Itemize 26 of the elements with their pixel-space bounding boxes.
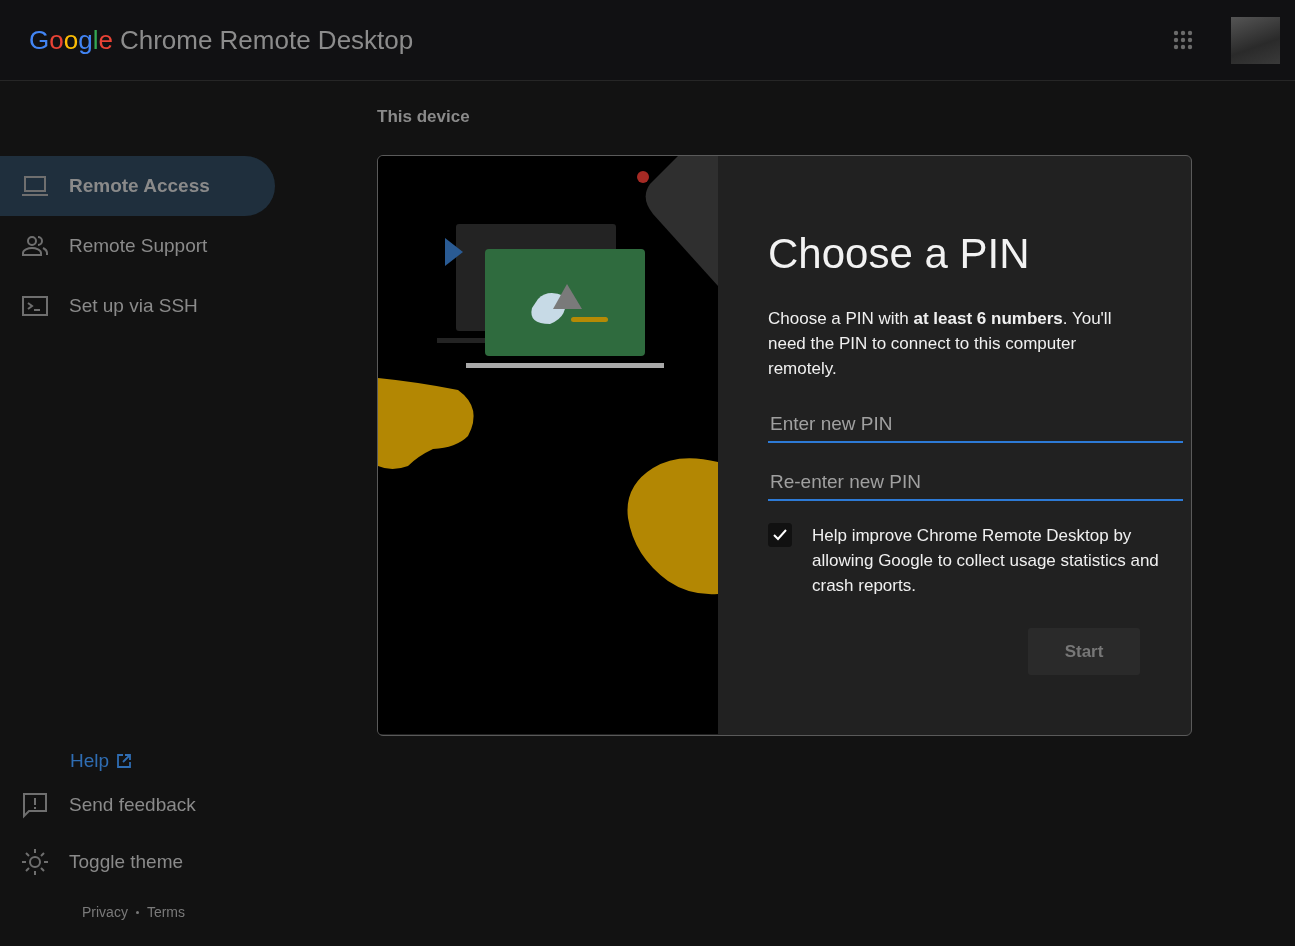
feedback-icon xyxy=(21,790,49,819)
terminal-icon xyxy=(21,294,49,318)
section-title: This device xyxy=(377,107,471,127)
help-link[interactable]: Help xyxy=(0,750,133,772)
checkmark-icon xyxy=(772,528,788,542)
app-logo: Google Chrome Remote Desktop xyxy=(29,24,414,56)
footer-link[interactable]: Terms xyxy=(146,904,186,920)
external-link-icon xyxy=(116,753,133,769)
nav-item[interactable]: Remote Support xyxy=(0,216,275,276)
laptop-icon xyxy=(21,174,49,198)
nav-item[interactable]: Toggle theme xyxy=(0,833,275,890)
footer-link[interactable]: Privacy xyxy=(82,904,128,920)
consent-label: Help improve Chrome Remote Desktop by allowing Google to collect usage statistics and crash reports. xyxy=(812,525,1160,597)
nav-item[interactable]: Set up via SSH xyxy=(0,276,275,336)
pin-description: Choose a PIN with at least 6 numbers. You'll need the PIN to connect to this computer remotely. xyxy=(768,308,1113,380)
pin-input-field[interactable]: Re-enter new PIN xyxy=(768,465,1183,501)
nav-item[interactable]: Send feedback xyxy=(0,776,275,833)
pin-input-field[interactable]: Enter new PIN xyxy=(768,407,1183,443)
nav-item[interactable]: Remote Access xyxy=(0,156,275,216)
dialog-title: Choose a PIN xyxy=(768,230,1031,278)
separator-dot xyxy=(135,910,139,914)
sun-icon xyxy=(21,847,49,876)
apps-grid-icon[interactable] xyxy=(1173,30,1193,50)
consent-checkbox[interactable] xyxy=(768,523,792,547)
people-icon xyxy=(21,234,49,258)
account-avatar[interactable] xyxy=(1231,16,1280,64)
